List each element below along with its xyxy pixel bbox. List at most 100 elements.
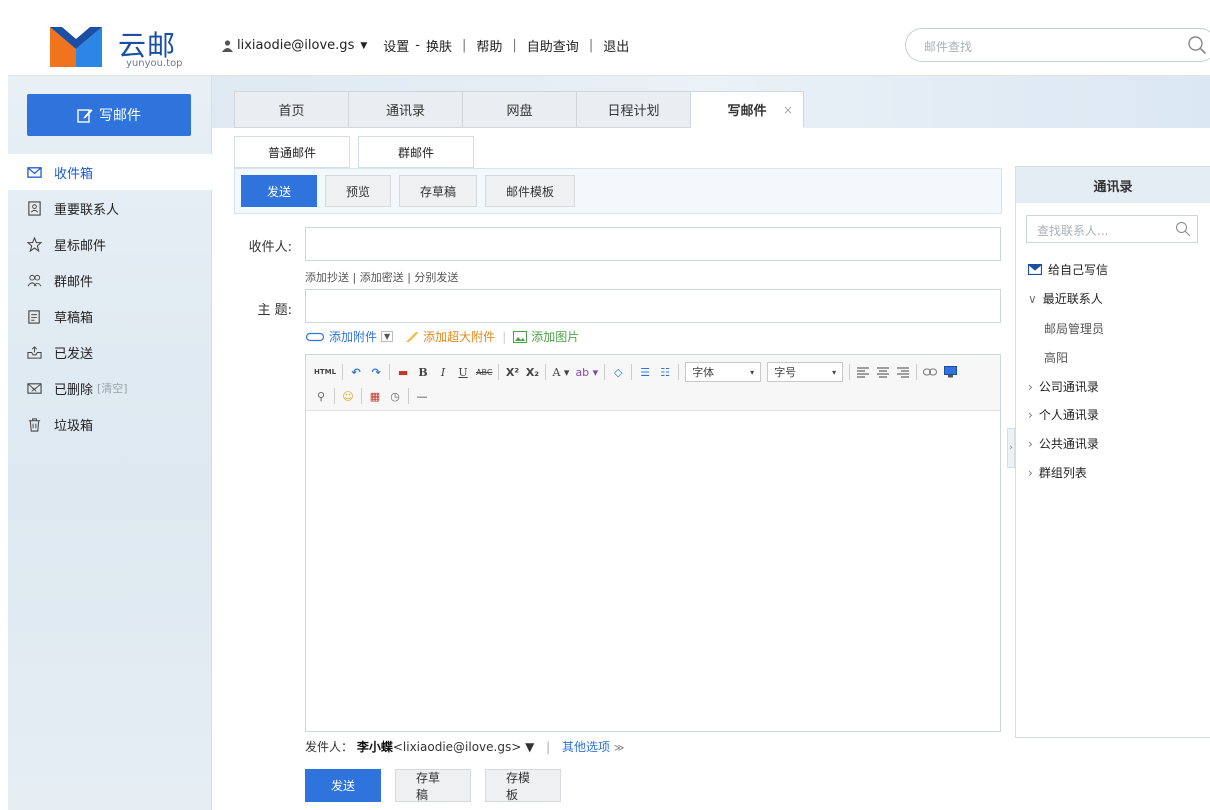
send-button[interactable]: 发送 xyxy=(241,175,317,207)
save-draft-button[interactable]: 存草稿 xyxy=(399,175,478,207)
tab-schedule[interactable]: 日程计划 xyxy=(576,91,690,128)
font-family-value: 字体 xyxy=(692,366,715,379)
preview-button[interactable]: 预览 xyxy=(325,175,392,207)
sidebar-item-drafts[interactable]: 草稿箱 xyxy=(8,298,212,334)
superscript-button[interactable]: X² xyxy=(505,363,519,381)
sidebar-item-label: 星标邮件 xyxy=(54,238,107,254)
mail-template-button[interactable]: 邮件模板 xyxy=(485,175,576,207)
underline-button[interactable]: U xyxy=(456,363,470,381)
user-account-link[interactable]: lixiaodie@ilove.gs xyxy=(237,38,354,53)
font-family-select[interactable]: 字体 ▾ xyxy=(685,362,762,382)
other-options-link[interactable]: 其他选项 xyxy=(562,740,610,754)
skin-link[interactable]: 换肤 xyxy=(426,36,452,55)
tab-home[interactable]: 首页 xyxy=(234,91,348,128)
date-icon[interactable]: ▦ xyxy=(368,387,382,405)
add-image-link[interactable]: 添加图片 xyxy=(531,328,579,345)
empty-trash-link[interactable]: [清空] xyxy=(97,380,128,396)
add-big-attachment-link[interactable]: 添加超大附件 xyxy=(423,328,495,345)
sidebar-item-inbox[interactable]: 收件箱 xyxy=(8,154,212,190)
sidebar-item-deleted[interactable]: 已删除 [清空] xyxy=(8,370,212,406)
time-icon[interactable]: ◷ xyxy=(388,387,402,405)
tab-group-mail[interactable]: 群邮件 xyxy=(358,136,474,168)
logo-mark-icon xyxy=(50,27,102,67)
contact-item[interactable]: 高阳 xyxy=(1044,349,1068,366)
search-icon[interactable] xyxy=(1187,35,1207,55)
to-field[interactable] xyxy=(305,227,1001,261)
subscript-button[interactable]: X₂ xyxy=(525,363,539,381)
strikethrough-button[interactable]: ABC xyxy=(476,363,492,381)
chevron-down-icon: ∨ xyxy=(1028,291,1037,306)
panel-toggle-icon[interactable]: › xyxy=(1007,428,1015,468)
tab-contacts[interactable]: 通讯录 xyxy=(348,91,462,128)
compose-toolbar: 发送 预览 存草稿 邮件模板 xyxy=(234,168,1002,214)
tab-strip: 首页 通讯录 网盘 日程计划 写邮件 × xyxy=(212,76,1210,128)
format-brush-button[interactable]: ▬ xyxy=(396,363,410,381)
highlight-button[interactable]: ab ▾ xyxy=(575,363,598,381)
undo-button[interactable]: ↶ xyxy=(349,363,363,381)
recent-contacts-group[interactable]: ∨ 最近联系人 xyxy=(1028,290,1103,307)
align-center-icon[interactable] xyxy=(876,363,890,381)
editor-body[interactable] xyxy=(306,411,1000,731)
emoji-icon[interactable]: ☺ xyxy=(341,387,355,405)
separator: | xyxy=(546,740,551,754)
align-left-icon[interactable] xyxy=(856,363,870,381)
anchor-icon[interactable]: ⚲ xyxy=(314,387,328,405)
subject-field[interactable] xyxy=(305,289,1001,323)
write-to-self-link[interactable]: 给自己写信 xyxy=(1028,261,1108,278)
contact-search-input[interactable]: 查找联系人... xyxy=(1026,215,1198,243)
sidebar-item-starred[interactable]: 星标邮件 xyxy=(8,226,212,262)
align-right-icon[interactable] xyxy=(896,363,910,381)
add-bcc-link[interactable]: 添加密送 xyxy=(360,271,404,284)
public-contacts-group[interactable]: › 公共通讯录 xyxy=(1028,435,1099,452)
sidebar-item-junk[interactable]: 垃圾箱 xyxy=(8,406,212,442)
save-draft-button-bottom[interactable]: 存草稿 xyxy=(395,769,471,802)
compose-button[interactable]: 写邮件 xyxy=(27,94,191,136)
font-color-button[interactable]: A ▾ xyxy=(552,363,569,381)
sidebar-item-group-mail[interactable]: 群邮件 xyxy=(8,262,212,298)
font-size-select[interactable]: 字号 ▾ xyxy=(767,362,844,382)
ordered-list-button[interactable]: ☰ xyxy=(638,363,652,381)
sidebar-item-important-contacts[interactable]: 重要联系人 xyxy=(8,190,212,226)
chevron-down-icon[interactable]: ▼ xyxy=(360,41,367,51)
sidebar-item-label: 群邮件 xyxy=(54,274,94,290)
sidebar-item-sent[interactable]: 已发送 xyxy=(8,334,212,370)
media-icon[interactable] xyxy=(943,363,957,381)
html-source-button[interactable]: HTML xyxy=(314,363,336,381)
editor-toolbar: HTML ↶ ↷ ▬ B I U ABC X² X₂ A ▾ ab ▾ ◇ ☰ … xyxy=(306,355,1000,411)
link-icon[interactable] xyxy=(923,363,938,381)
redo-button[interactable]: ↷ xyxy=(369,363,383,381)
divider xyxy=(678,364,680,380)
horizontal-rule-button[interactable]: — xyxy=(415,387,429,405)
mail-search-input[interactable]: 邮件查找 xyxy=(905,28,1210,62)
tab-netdisk[interactable]: 网盘 xyxy=(462,91,576,128)
add-cc-link[interactable]: 添加抄送 xyxy=(305,271,349,284)
tab-normal-mail[interactable]: 普通邮件 xyxy=(234,136,350,168)
eraser-icon[interactable]: ◇ xyxy=(611,363,625,381)
personal-contacts-group[interactable]: › 个人通讯录 xyxy=(1028,406,1099,423)
attachment-dropdown-icon[interactable]: ▼ xyxy=(381,331,394,342)
settings-link[interactable]: 设置 xyxy=(383,36,409,55)
group-list-group[interactable]: › 群组列表 xyxy=(1028,464,1087,481)
self-service-link[interactable]: 自助查询 xyxy=(527,36,579,55)
company-contacts-group[interactable]: › 公司通讯录 xyxy=(1028,378,1099,395)
sender-email-select[interactable]: <lixiaodie@ilove.gs> ▼ xyxy=(393,740,534,754)
unordered-list-button[interactable]: ☷ xyxy=(658,363,672,381)
close-icon[interactable]: × xyxy=(783,103,793,117)
send-button-bottom[interactable]: 发送 xyxy=(305,769,381,802)
tab-compose[interactable]: 写邮件 × xyxy=(690,91,804,128)
search-icon[interactable] xyxy=(1175,221,1191,237)
sender-name: 李小蝶 xyxy=(356,740,393,754)
contact-item[interactable]: 邮局管理员 xyxy=(1044,320,1104,337)
divider xyxy=(389,364,391,380)
font-size-value: 字号 xyxy=(774,366,797,379)
tab-label: 网盘 xyxy=(506,104,533,119)
double-chevron-down-icon[interactable]: ≫ xyxy=(614,743,624,754)
add-attachment-link[interactable]: 添加附件 xyxy=(329,328,377,345)
logout-link[interactable]: 退出 xyxy=(603,36,629,55)
sidebar-item-label: 收件箱 xyxy=(54,166,94,182)
separate-send-link[interactable]: 分别发送 xyxy=(414,271,458,284)
bold-button[interactable]: B xyxy=(416,363,430,381)
save-template-button[interactable]: 存模板 xyxy=(485,769,561,802)
help-link[interactable]: 帮助 xyxy=(476,36,502,55)
italic-button[interactable]: I xyxy=(436,363,450,381)
